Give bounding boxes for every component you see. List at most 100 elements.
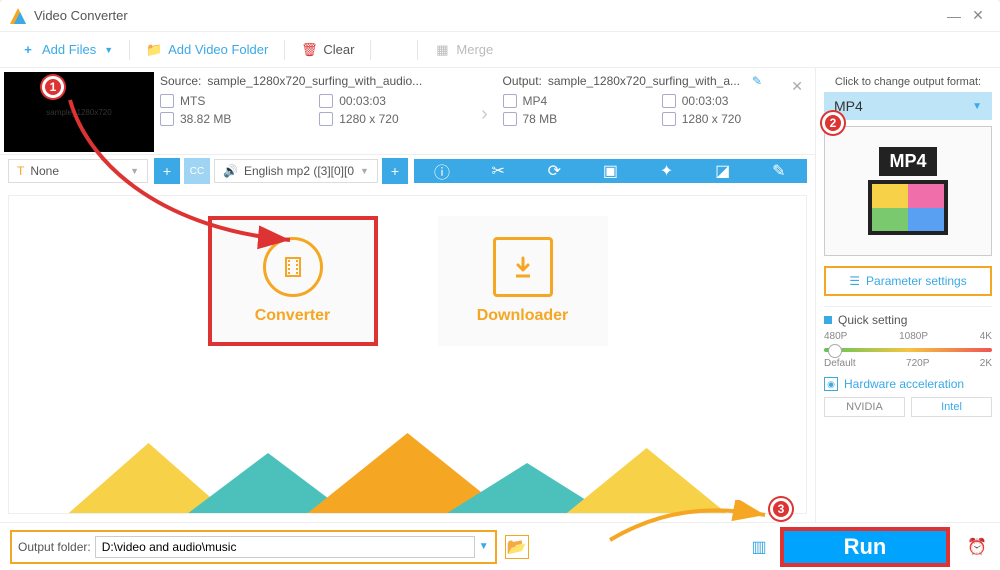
chevron-down-icon: ▼: [360, 166, 369, 176]
file-info: Source: sample_1280x720_surfing_with_aud…: [154, 68, 815, 154]
trash-icon: 🗑: [301, 42, 317, 58]
actions-bar: T None ▼ + CC 🔊 English mp2 ([3][0][0 ▼ …: [0, 155, 815, 187]
output-filename: sample_1280x720_surfing_with_a...: [548, 74, 740, 88]
speaker-icon: 🔊: [223, 164, 238, 178]
run-button[interactable]: Run: [780, 527, 950, 567]
output-duration: 00:03:03: [682, 94, 729, 108]
chevron-down-icon: ▼: [130, 166, 139, 176]
subtitle-selector[interactable]: T None ▼: [8, 159, 148, 183]
footer-bar: Output folder: ▼ 📂 ▥ Run ⏰: [0, 522, 1000, 570]
tick-2k: 2K: [980, 358, 992, 369]
watermark-tool-button[interactable]: ◪: [713, 161, 733, 181]
tick-720p: 720P: [906, 358, 929, 369]
quality-slider[interactable]: [824, 348, 992, 352]
add-audio-button[interactable]: +: [382, 158, 408, 184]
add-files-button[interactable]: + Add Files ▼: [10, 38, 123, 62]
output-format-thumbnail[interactable]: MP4: [824, 126, 992, 256]
effects-tool-button[interactable]: ✦: [657, 161, 677, 181]
merge-button: ▦ Merge: [424, 38, 503, 62]
output-format-hint: Click to change output format:: [824, 76, 992, 88]
remove-file-button[interactable]: ✕: [791, 78, 803, 95]
left-column: sample_1280x720 Source: sample_1280x720_…: [0, 68, 815, 522]
intel-chip[interactable]: Intel: [911, 397, 992, 417]
quick-setting-title: Quick setting: [838, 313, 907, 327]
add-files-label: Add Files: [42, 42, 96, 57]
parameter-settings-button[interactable]: ☰ Parameter settings: [824, 266, 992, 296]
edit-output-icon[interactable]: ✎: [752, 74, 762, 88]
add-video-folder-button[interactable]: 📁 Add Video Folder: [136, 38, 278, 62]
output-folder-label: Output folder:: [18, 540, 91, 554]
hardware-acceleration-button[interactable]: ◉ Hardware acceleration: [824, 377, 992, 391]
chevron-down-icon[interactable]: ▼: [479, 541, 489, 552]
subtitle-value: None: [30, 164, 59, 178]
source-resolution: 1280 x 720: [339, 112, 398, 126]
crop-tool-button[interactable]: ▣: [600, 161, 620, 181]
file-row: sample_1280x720 Source: sample_1280x720_…: [0, 68, 815, 155]
downloader-module-button[interactable]: Downloader: [438, 216, 608, 346]
gpu-row: NVIDIA Intel: [824, 397, 992, 417]
annotation-badge-3: 3: [770, 498, 792, 520]
clock-icon: [319, 94, 333, 108]
parameter-settings-label: Parameter settings: [866, 274, 967, 288]
output-folder-input[interactable]: [95, 536, 475, 558]
app-window: Video Converter — ✕ + Add Files ▼ 📁 Add …: [0, 0, 1000, 570]
chevron-down-icon: ▼: [972, 101, 982, 112]
add-folder-label: Add Video Folder: [168, 42, 268, 57]
merge-icon: ▦: [434, 42, 450, 58]
mp4-badge: MP4: [879, 147, 936, 176]
trim-tool-button[interactable]: ✂: [488, 161, 508, 181]
output-prefix-label: Output:: [503, 74, 542, 88]
separator: [129, 40, 130, 60]
right-panel: Click to change output format: MP4 ▼ MP4…: [815, 68, 1000, 522]
center-panel: Converter Downloader: [8, 195, 807, 514]
source-pane: Source: sample_1280x720_surfing_with_aud…: [154, 74, 473, 154]
audio-track-value: English mp2 ([3][0][0: [244, 164, 354, 178]
open-folder-button[interactable]: 📂: [505, 535, 529, 559]
audio-track-selector[interactable]: 🔊 English mp2 ([3][0][0 ▼: [214, 159, 378, 183]
chevron-down-icon: ▼: [104, 45, 113, 55]
converter-module-button[interactable]: Converter: [208, 216, 378, 346]
title-bar: Video Converter — ✕: [0, 0, 1000, 32]
intel-label: Intel: [941, 401, 962, 413]
cc-button[interactable]: CC: [184, 158, 210, 184]
scheduler-icon[interactable]: ⏰: [964, 534, 990, 560]
plus-icon: +: [20, 42, 36, 58]
clear-button[interactable]: 🗑 Clear: [291, 38, 364, 62]
output-resolution: 1280 x 720: [682, 112, 741, 126]
main-body: sample_1280x720 Source: sample_1280x720_…: [0, 68, 1000, 522]
square-icon: [824, 316, 832, 324]
annotation-badge-2: 2: [822, 112, 844, 134]
tasks-icon[interactable]: ▥: [746, 534, 772, 560]
minimize-button[interactable]: —: [942, 8, 966, 24]
main-toolbar: + Add Files ▼ 📁 Add Video Folder 🗑 Clear…: [0, 32, 1000, 68]
separator: [284, 40, 285, 60]
annotation-badge-1: 1: [42, 76, 64, 98]
format-icon: [160, 94, 174, 108]
merge-label: Merge: [456, 42, 493, 57]
source-filename: sample_1280x720_surfing_with_audio...: [207, 74, 422, 88]
add-subtitle-button[interactable]: +: [154, 158, 180, 184]
edit-tool-button[interactable]: ✎: [769, 161, 789, 181]
video-thumbnail[interactable]: sample_1280x720: [4, 72, 154, 152]
quick-setting-panel: Quick setting 480P 1080P 4K Default 720P…: [824, 306, 992, 369]
source-prefix-label: Source:: [160, 74, 201, 88]
size-icon: [160, 112, 174, 126]
downloader-icon: [493, 237, 553, 297]
output-format-selector[interactable]: MP4 ▼: [824, 92, 992, 120]
modules-row: Converter Downloader: [9, 196, 806, 346]
output-pane: ✕ Output: sample_1280x720_surfing_with_a…: [497, 74, 816, 154]
nvidia-chip[interactable]: NVIDIA: [824, 397, 905, 417]
output-size: 78 MB: [523, 112, 558, 126]
decorative-triangles: [9, 433, 806, 513]
source-duration: 00:03:03: [339, 94, 386, 108]
format-icon: [503, 94, 517, 108]
rotate-tool-button[interactable]: ⟳: [544, 161, 564, 181]
close-window-button[interactable]: ✕: [966, 7, 990, 24]
info-tool-button[interactable]: ⓘ: [432, 161, 452, 181]
hardware-acceleration-label: Hardware acceleration: [844, 377, 964, 391]
resolution-icon: [319, 112, 333, 126]
film-strip-icon: [868, 180, 948, 235]
separator: [417, 40, 418, 60]
sliders-icon: ☰: [849, 274, 860, 288]
nvidia-label: NVIDIA: [846, 401, 883, 413]
